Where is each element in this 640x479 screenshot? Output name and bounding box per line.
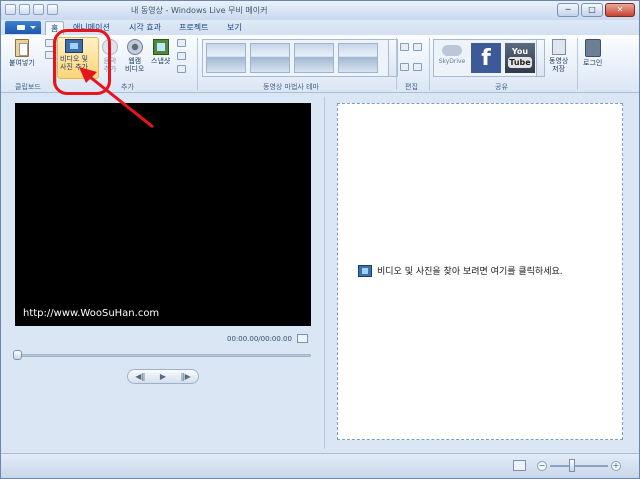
remove-icon[interactable]	[413, 43, 422, 51]
rotate-right-icon[interactable]	[400, 63, 409, 71]
fullscreen-icon[interactable]	[297, 334, 308, 343]
group-separator	[197, 38, 198, 90]
playback-controls: ◀‖ ▶ ‖▶	[127, 369, 199, 384]
group-label-clipboard: 클립보드	[15, 83, 41, 91]
youtube-button[interactable]: You Tube	[505, 43, 535, 73]
save-movie-label-line1: 동영상	[549, 57, 569, 65]
paste-label: 붙여넣기	[9, 59, 35, 67]
zoom-slider-thumb[interactable]	[569, 459, 575, 472]
thumbnail-size-icon[interactable]	[513, 460, 526, 471]
skydrive-label: SkyDrive	[438, 58, 466, 65]
automovie-themes-gallery	[202, 39, 398, 77]
maximize-button[interactable]: □	[581, 3, 603, 17]
storyboard-hint[interactable]: 비디오 및 사진을 찾아 보려면 여기를 클릭하세요.	[358, 264, 563, 277]
video-preview[interactable]: http://www.WooSuHan.com	[15, 103, 311, 326]
group-label-themes: 동영상 마법사 테마	[263, 83, 319, 91]
sign-in-icon	[584, 39, 601, 57]
tab-visual-effects[interactable]: 시각 효과	[129, 22, 161, 33]
save-movie-label-line2: 저장	[552, 65, 566, 73]
save-movie-icon	[551, 39, 566, 55]
group-separator	[396, 38, 397, 90]
youtube-label-you: You	[511, 47, 529, 56]
application-menu-button[interactable]	[5, 21, 41, 34]
annotation-arrow	[79, 67, 154, 129]
sign-in-button[interactable]: 로그인	[583, 39, 602, 67]
youtube-label-tube: Tube	[508, 57, 532, 68]
storyboard-drop-area[interactable]: 비디오 및 사진을 찾아 보려면 여기를 클릭하세요.	[337, 103, 623, 440]
play-button[interactable]: ▶	[160, 372, 166, 381]
facebook-button[interactable]: f	[471, 43, 501, 73]
select-all-icon[interactable]	[413, 63, 422, 71]
zoom-out-button[interactable]: −	[537, 461, 547, 471]
window-controls: ─ □ ✕	[557, 3, 635, 17]
snapshot-icon	[152, 39, 169, 55]
cloud-icon	[442, 45, 462, 56]
chevron-down-icon	[30, 26, 36, 29]
app-window: 내 동영상 - Windows Live 무비 메이커 ─ □ ✕ 홈 애니메이…	[0, 0, 640, 479]
seek-bar[interactable]	[15, 354, 311, 357]
tab-view[interactable]: 보기	[227, 22, 242, 33]
theme-thumbnail[interactable]	[338, 43, 378, 73]
save-icon[interactable]	[5, 4, 16, 15]
add-title-icon[interactable]	[177, 39, 186, 47]
next-frame-button[interactable]: ‖▶	[181, 372, 191, 381]
customize-icon[interactable]	[47, 4, 58, 15]
gallery-scroll-button[interactable]	[536, 40, 544, 76]
pane-splitter[interactable]	[324, 97, 325, 449]
window-title: 내 동영상 - Windows Live 무비 메이커	[131, 6, 268, 15]
zoom-in-button[interactable]: +	[611, 461, 621, 471]
tab-project[interactable]: 프로젝트	[179, 22, 208, 33]
skydrive-button[interactable]: SkyDrive	[437, 43, 467, 73]
group-label-editing: 편집	[405, 83, 418, 91]
save-movie-button[interactable]: 동영상 저장	[549, 39, 568, 73]
film-icon	[358, 264, 372, 277]
paste-icon	[14, 39, 29, 57]
theme-thumbnail[interactable]	[294, 43, 334, 73]
theme-thumbnail[interactable]	[250, 43, 290, 73]
quick-access-toolbar	[5, 4, 58, 15]
group-separator	[429, 38, 430, 90]
rotate-left-icon[interactable]	[400, 43, 409, 51]
paste-button[interactable]: 붙여넣기	[9, 39, 35, 67]
webcam-icon	[126, 39, 143, 55]
theme-thumbnail[interactable]	[206, 43, 246, 73]
zoom-slider-track[interactable]	[550, 465, 608, 467]
playback-time: 00:00.00/00:00.00	[227, 335, 292, 343]
seek-thumb[interactable]	[13, 350, 22, 360]
sign-in-label: 로그인	[583, 59, 603, 67]
status-bar: − +	[1, 453, 639, 478]
add-credits-icon[interactable]	[177, 65, 186, 73]
redo-icon[interactable]	[33, 4, 44, 15]
sharing-gallery: SkyDrive f You Tube	[433, 39, 545, 77]
storyboard-hint-text: 비디오 및 사진을 찾아 보려면 여기를 클릭하세요.	[377, 267, 563, 277]
watermark-text: http://www.WooSuHan.com	[23, 308, 160, 319]
title-bar: 내 동영상 - Windows Live 무비 메이커 ─ □ ✕	[1, 1, 639, 20]
add-caption-icon[interactable]	[177, 52, 186, 60]
group-label-sharing: 공유	[495, 83, 508, 91]
undo-icon[interactable]	[19, 4, 30, 15]
close-button[interactable]: ✕	[605, 3, 635, 17]
minimize-button[interactable]: ─	[557, 3, 579, 17]
previous-frame-button[interactable]: ◀‖	[135, 372, 145, 381]
group-separator	[577, 38, 578, 90]
